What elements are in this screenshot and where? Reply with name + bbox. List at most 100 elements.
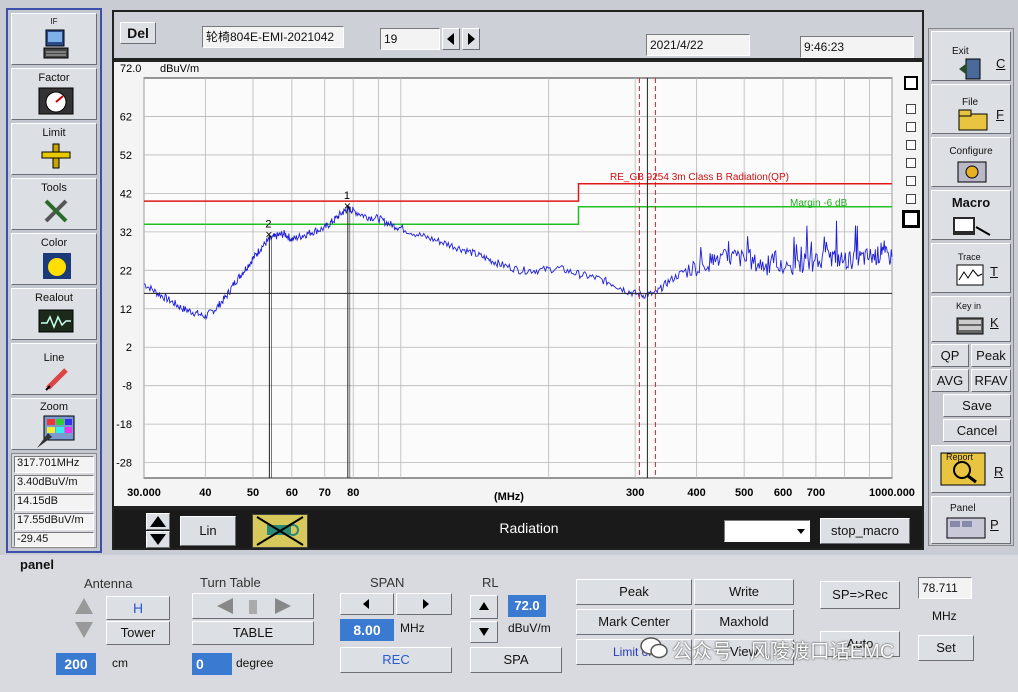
sidebar-item-zoom[interactable]: Zoom bbox=[11, 398, 97, 450]
margin-line-label: Margin -6 dB bbox=[790, 198, 848, 209]
antenna-height-field[interactable]: 200 bbox=[56, 653, 96, 675]
scroll-up-button[interactable] bbox=[146, 513, 170, 530]
date-field: 2021/4/22 bbox=[646, 34, 750, 56]
maxhold-button[interactable]: Maxhold bbox=[694, 609, 794, 635]
control-panel: panel Antenna H Tower 200 cm Turn Table … bbox=[0, 555, 1018, 692]
sidebar-item-realout[interactable]: Realout bbox=[11, 288, 97, 340]
trace-checkbox-large[interactable] bbox=[902, 210, 920, 228]
sp-rec-button[interactable]: SP=>Rec bbox=[820, 581, 900, 609]
rec-button[interactable]: REC bbox=[340, 647, 452, 673]
span-increase-button[interactable] bbox=[396, 593, 452, 615]
next-trace-button[interactable] bbox=[462, 28, 480, 50]
peak-detector-button[interactable]: Peak bbox=[971, 344, 1011, 367]
filename-field[interactable]: 轮椅804E-EMI-2021042 bbox=[202, 26, 344, 48]
sidebar-item-label: Line bbox=[43, 352, 65, 364]
y-tick-label: 22 bbox=[120, 265, 132, 277]
turntable-title: Turn Table bbox=[200, 575, 261, 590]
trace-number-field[interactable]: 19 bbox=[380, 28, 440, 50]
table-button[interactable]: TABLE bbox=[192, 621, 314, 645]
trace-checkbox[interactable] bbox=[906, 158, 916, 168]
triangle-down-icon bbox=[479, 628, 489, 636]
color-icon bbox=[43, 253, 71, 279]
macro-button[interactable]: Macro bbox=[931, 190, 1011, 240]
sidebar-item-factor[interactable]: Factor bbox=[11, 68, 97, 120]
readout-panel: 317.701MHz 3.40dBuV/m 14.15dB 17.55dBuV/… bbox=[11, 453, 97, 548]
rl-up-button[interactable] bbox=[470, 595, 498, 619]
span-decrease-button[interactable] bbox=[340, 593, 394, 615]
keyin-label: Key in bbox=[956, 301, 982, 311]
mode-label: Radiation bbox=[499, 520, 559, 536]
triangle-left-icon bbox=[447, 33, 454, 45]
emission-chart[interactable]: 72.0 dBuV/m 62 52 42 32 22 12 2 -8 -18 -28 30.000… bbox=[114, 62, 922, 506]
panel-label: Panel bbox=[950, 503, 976, 514]
sidebar-item-if[interactable]: IF bbox=[11, 13, 97, 65]
span-title: SPAN bbox=[370, 575, 405, 590]
triangle-right-icon bbox=[468, 33, 475, 45]
antenna-down-button[interactable] bbox=[72, 619, 96, 641]
trace-checkbox[interactable] bbox=[906, 104, 916, 114]
turntable-angle-field[interactable]: 0 bbox=[192, 653, 232, 675]
sidebar-item-tools[interactable]: Tools bbox=[11, 178, 97, 230]
probe-disabled-icon[interactable] bbox=[252, 514, 308, 548]
file-button[interactable]: File F bbox=[931, 84, 1011, 134]
rl-down-button[interactable] bbox=[470, 621, 498, 643]
sidebar-item-label: Realout bbox=[35, 292, 73, 304]
cancel-button[interactable]: Cancel bbox=[943, 419, 1011, 442]
panel-shortcut: P bbox=[990, 517, 999, 532]
prev-trace-button[interactable] bbox=[442, 28, 460, 50]
span-value-field[interactable]: 8.00 bbox=[340, 619, 394, 641]
sidebar-item-limit[interactable]: Limit bbox=[11, 123, 97, 175]
lin-button[interactable]: Lin bbox=[180, 516, 236, 546]
del-button[interactable]: Del bbox=[120, 22, 156, 44]
report-label: Report bbox=[946, 452, 974, 462]
peak-button[interactable]: Peak bbox=[576, 579, 692, 605]
x-tick-label: 300 bbox=[626, 487, 644, 499]
keyin-button[interactable]: Key in K bbox=[931, 296, 1011, 342]
readout-frequency: 317.701MHz bbox=[14, 456, 94, 473]
rfav-button[interactable]: RFAV bbox=[971, 369, 1011, 392]
keyboard-icon bbox=[956, 317, 984, 335]
antenna-up-button[interactable] bbox=[72, 595, 96, 617]
macro-label: Macro bbox=[951, 195, 991, 210]
left-sidebar: IF Factor Limit Tools Color Realout Line… bbox=[6, 8, 102, 553]
tower-button[interactable]: Tower bbox=[106, 621, 170, 645]
mark-center-button[interactable]: Mark Center bbox=[576, 609, 692, 635]
trace-checkbox[interactable] bbox=[906, 176, 916, 186]
exit-button[interactable]: Exit C bbox=[931, 31, 1011, 81]
y-tick-label: 42 bbox=[120, 188, 132, 200]
sidebar-item-line[interactable]: Line bbox=[11, 343, 97, 395]
pen-icon bbox=[45, 368, 68, 391]
save-button[interactable]: Save bbox=[943, 394, 1011, 417]
trace-icon bbox=[956, 264, 984, 286]
stop-macro-button[interactable]: stop_macro bbox=[820, 518, 910, 544]
configure-button[interactable]: Configure bbox=[931, 137, 1011, 187]
sidebar-item-color[interactable]: Color bbox=[11, 233, 97, 285]
trace-checkbox[interactable] bbox=[906, 140, 916, 150]
x-tick-label: 60 bbox=[286, 487, 298, 499]
trace-checkbox[interactable] bbox=[904, 76, 918, 90]
turntable-control[interactable] bbox=[192, 593, 314, 619]
y-tick-label: 62 bbox=[120, 111, 132, 123]
frequency-input[interactable]: 78.711 bbox=[918, 577, 972, 599]
write-button[interactable]: Write bbox=[694, 579, 794, 605]
panel-button[interactable]: Panel P bbox=[931, 496, 1011, 544]
exit-door-icon bbox=[959, 58, 981, 80]
trace-checkbox[interactable] bbox=[906, 122, 916, 132]
trace-checkbox[interactable] bbox=[906, 194, 916, 204]
chart-trace-checkboxes bbox=[902, 76, 920, 228]
spa-button[interactable]: SPA bbox=[470, 647, 562, 673]
scroll-down-button[interactable] bbox=[146, 531, 170, 548]
watermark: 公众号 · 风陵渡口话EMC bbox=[640, 633, 1000, 665]
qp-button[interactable]: QP bbox=[931, 344, 969, 367]
triangle-up-icon bbox=[75, 598, 93, 614]
file-shortcut: F bbox=[996, 107, 1004, 122]
rl-value-field[interactable]: 72.0 bbox=[508, 595, 546, 617]
polarization-button[interactable]: H bbox=[106, 596, 170, 620]
report-button[interactable]: Report R bbox=[931, 445, 1011, 493]
grid-lines bbox=[143, 77, 893, 479]
trace-button[interactable]: Trace T bbox=[931, 243, 1011, 293]
y-tick-label: -8 bbox=[122, 381, 132, 393]
avg-button[interactable]: AVG bbox=[931, 369, 969, 392]
triangle-down-icon bbox=[75, 622, 93, 638]
mode-select[interactable] bbox=[724, 520, 810, 542]
